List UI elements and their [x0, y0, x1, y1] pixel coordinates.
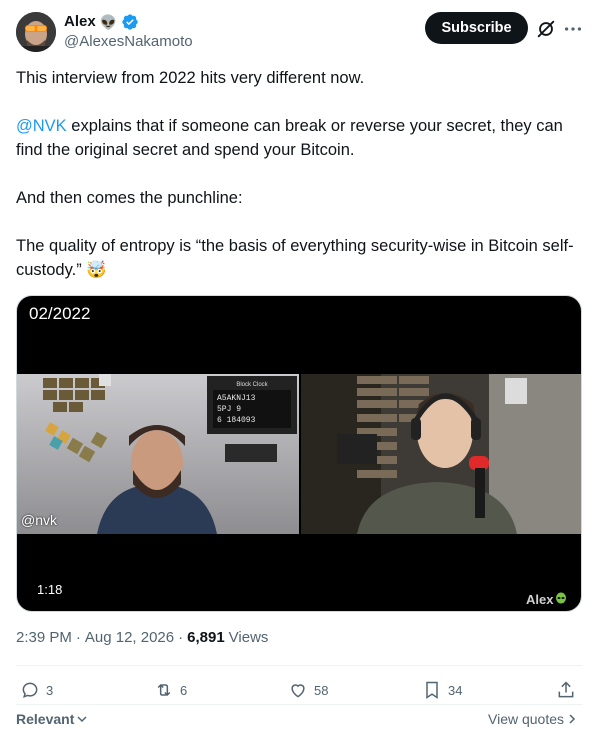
- bookmark-button[interactable]: 34: [422, 676, 462, 704]
- subscribe-button[interactable]: Subscribe: [425, 12, 528, 44]
- video-date-overlay: 02/2022: [29, 304, 91, 323]
- mention-link[interactable]: @NVK: [16, 117, 67, 135]
- block-clock-line: A5AKNJ13: [217, 394, 256, 403]
- tweet-paragraph: This interview from 2022 hits very diffe…: [16, 69, 365, 87]
- bookmark-count: 34: [448, 682, 463, 698]
- tweet-meta: 2:39 PM · Aug 12, 2026 · 6,891 Views: [16, 629, 268, 646]
- grok-slash-icon[interactable]: [535, 18, 557, 40]
- repost-icon: [157, 683, 171, 697]
- author-name-row[interactable]: Alex 👽: [64, 13, 139, 31]
- divider: [16, 665, 582, 666]
- tweet-time[interactable]: 2:39 PM: [16, 629, 72, 646]
- tweet-paragraph: The quality of entropy is “the basis of …: [16, 237, 574, 279]
- block-clock-line: 6 184093: [217, 416, 256, 425]
- like-count: 58: [314, 682, 329, 698]
- meta-separator: ·: [75, 629, 81, 646]
- tweet-date[interactable]: Aug 12, 2026: [85, 629, 174, 646]
- block-clock-title: Block Clock: [236, 382, 268, 388]
- speaker-tag: @nvk: [21, 512, 57, 528]
- sort-label: Relevant: [16, 711, 75, 727]
- views-label: Views: [228, 629, 269, 646]
- video-player[interactable]: 02/2022 Block Clock A5AKNJ13 5PJ 9 6 184…: [16, 295, 582, 612]
- author-handle[interactable]: @AlexesNakamoto: [64, 33, 193, 50]
- meta-separator: ·: [178, 629, 184, 646]
- avatar[interactable]: [16, 12, 56, 52]
- verified-badge-icon: [121, 13, 139, 31]
- watermark-text: Alex: [526, 592, 554, 607]
- tweet-paragraph-text: explains that if someone can break or re…: [16, 117, 563, 159]
- repost-button[interactable]: 6: [154, 676, 187, 704]
- reply-icon: [22, 682, 38, 698]
- video-frame: Block Clock A5AKNJ13 5PJ 9 6 184093: [17, 374, 581, 534]
- view-quotes-label: View quotes: [488, 711, 565, 727]
- bookmark-icon: [426, 681, 438, 699]
- video-watermark: Alex: [526, 592, 567, 607]
- share-button[interactable]: [556, 676, 576, 704]
- video-duration: 1:18: [37, 582, 63, 597]
- view-quotes-link[interactable]: View quotes: [488, 711, 578, 727]
- tweet-paragraph: @NVK explains that if someone can break …: [16, 114, 582, 162]
- chevron-down-icon: [77, 716, 87, 723]
- display-name[interactable]: Alex: [64, 13, 96, 31]
- heart-icon: [291, 684, 305, 698]
- tweet-header: Alex 👽 @AlexesNakamoto Subscribe: [16, 12, 582, 56]
- repost-count: 6: [180, 682, 188, 698]
- more-dots-icon[interactable]: [562, 18, 584, 40]
- views-count: 6,891: [187, 629, 225, 646]
- action-bar: 3 6 58 34: [16, 676, 582, 704]
- share-icon: [558, 681, 574, 698]
- reply-count: 3: [46, 682, 54, 698]
- alien-icon: [555, 592, 567, 607]
- block-clock-line: 5PJ 9: [217, 405, 241, 414]
- like-button[interactable]: 58: [288, 676, 328, 704]
- chevron-right-icon: [569, 714, 576, 724]
- divider: [16, 704, 582, 705]
- tweet-text: This interview from 2022 hits very diffe…: [16, 66, 582, 306]
- reply-button[interactable]: 3: [20, 676, 53, 704]
- tweet-paragraph: And then comes the punchline:: [16, 189, 243, 207]
- alien-emoji: 👽: [99, 13, 118, 30]
- sort-relevant-dropdown[interactable]: Relevant: [16, 711, 88, 727]
